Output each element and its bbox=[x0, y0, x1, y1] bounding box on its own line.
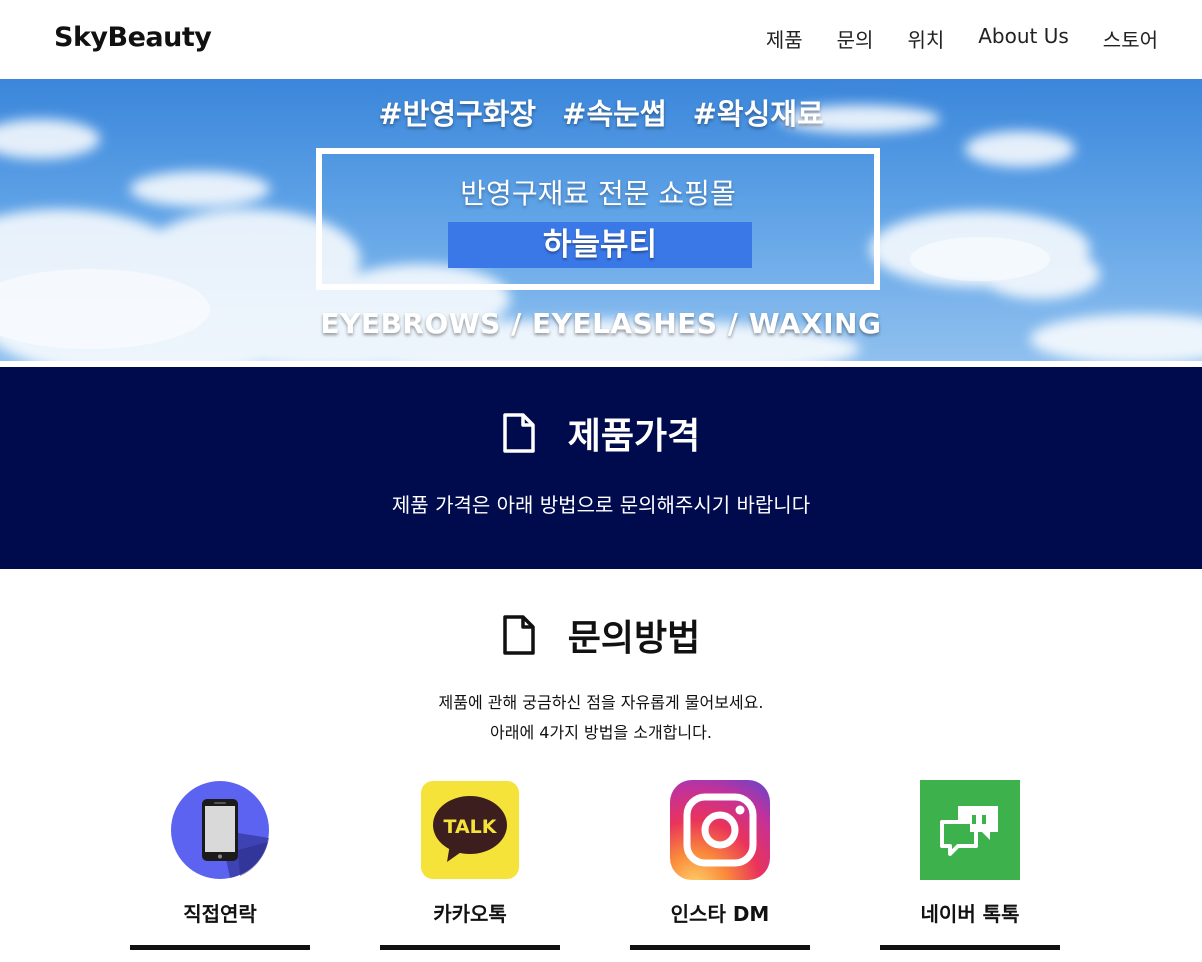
contact-method-instagram-underline bbox=[630, 945, 810, 950]
nav-link-location[interactable]: 위치 bbox=[907, 24, 944, 53]
price-section: 제품가격 제품 가격은 아래 방법으로 문의해주시기 바랍니다 bbox=[0, 367, 1202, 569]
nav-link-store[interactable]: 스토어 bbox=[1103, 24, 1158, 53]
naver-talktalk-icon bbox=[920, 780, 1020, 880]
nav-link-about-us[interactable]: About Us bbox=[978, 24, 1069, 53]
hero-tag-waxing: #왁싱재료 bbox=[692, 97, 824, 131]
nav-link-products[interactable]: 제품 bbox=[766, 24, 803, 53]
contact-method-naver-talktalk-underline bbox=[880, 945, 1060, 950]
contact-method-kakaotalk-underline bbox=[380, 945, 560, 950]
contact-heading: 문의방법 bbox=[0, 609, 1202, 661]
contact-description-line-1: 제품에 관해 궁금하신 점을 자유롭게 물어보세요. bbox=[438, 693, 764, 712]
contact-method-instagram[interactable]: 인스타 DM bbox=[630, 780, 810, 950]
brand-logo[interactable]: SkyBeauty bbox=[54, 22, 212, 53]
nav-links: 제품 문의 위치 About Us 스토어 bbox=[766, 24, 1158, 53]
hero-tag-eyelashes: #속눈썹 bbox=[562, 97, 667, 131]
contact-description-line-2: 아래에 4가지 방법을 소개합니다. bbox=[490, 723, 712, 742]
contact-method-instagram-label: 인스타 DM bbox=[670, 902, 770, 926]
kakaotalk-icon: TALK bbox=[420, 780, 520, 880]
contact-method-naver-talktalk-label: 네이버 톡톡 bbox=[920, 902, 1020, 926]
contact-title: 문의방법 bbox=[567, 618, 701, 659]
hero-banner: #반영구화장 #속눈썹 #왁싱재료 반영구재료 전문 쇼핑몰 하늘뷰티 EYEB… bbox=[0, 79, 1202, 361]
document-icon bbox=[503, 615, 535, 655]
hero-categories: EYEBROWS / EYELASHES / WAXING bbox=[320, 307, 882, 340]
hero-frame: 반영구재료 전문 쇼핑몰 하늘뷰티 bbox=[316, 148, 880, 290]
hero-brand-name: 하늘뷰티 bbox=[448, 222, 752, 268]
phone-icon bbox=[170, 780, 270, 880]
contact-method-direct[interactable]: 직접연락 bbox=[130, 780, 310, 950]
contact-method-naver-talktalk[interactable]: 네이버 톡톡 bbox=[880, 780, 1060, 950]
contact-method-direct-label: 직접연락 bbox=[183, 902, 257, 926]
contact-method-direct-underline bbox=[130, 945, 310, 950]
price-heading: 제품가격 bbox=[0, 407, 1202, 459]
instagram-icon bbox=[670, 780, 770, 880]
document-icon bbox=[503, 413, 535, 453]
contact-description: 제품에 관해 궁금하신 점을 자유롭게 물어보세요. 아래에 4가지 방법을 소… bbox=[0, 688, 1202, 748]
kakaotalk-icon-text: TALK bbox=[443, 816, 497, 838]
nav-link-inquiry[interactable]: 문의 bbox=[837, 24, 874, 53]
contact-method-kakaotalk-label: 카카오톡 bbox=[433, 902, 507, 926]
hero-tag-permanent-makeup: #반영구화장 bbox=[378, 97, 537, 131]
navbar: SkyBeauty 제품 문의 위치 About Us 스토어 bbox=[0, 0, 1202, 79]
hero-hashtags: #반영구화장 #속눈썹 #왁싱재료 bbox=[0, 91, 1202, 133]
contact-method-kakaotalk[interactable]: TALK 카카오톡 bbox=[380, 780, 560, 950]
price-description: 제품 가격은 아래 방법으로 문의해주시기 바랍니다 bbox=[391, 493, 811, 517]
hero-subtitle: 반영구재료 전문 쇼핑몰 bbox=[460, 177, 736, 210]
price-title: 제품가격 bbox=[567, 416, 701, 457]
